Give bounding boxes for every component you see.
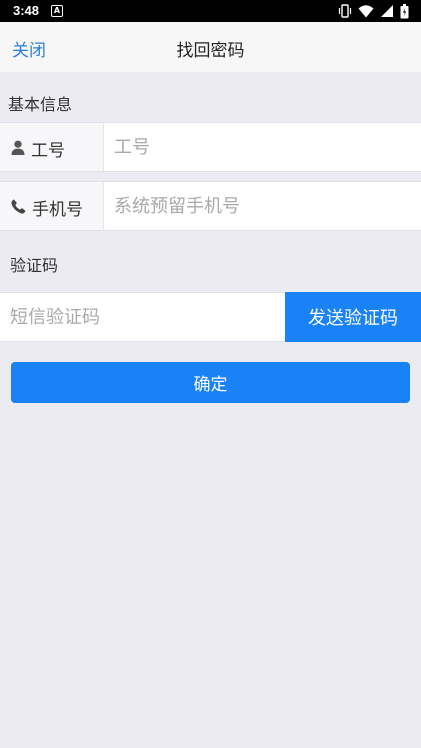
verification-code-input-cell xyxy=(0,293,285,341)
phone-label: 手机号 xyxy=(32,199,83,220)
status-icons xyxy=(338,3,409,19)
vibrate-icon xyxy=(338,4,352,18)
status-bar: 3:48 A xyxy=(0,0,421,22)
employee-id-label-cell: 工号 xyxy=(0,123,104,171)
confirm-button[interactable]: 确定 xyxy=(11,362,410,403)
nav-bar: 关闭 找回密码 xyxy=(0,22,421,72)
employee-id-row: 工号 xyxy=(0,122,421,172)
wifi-icon xyxy=(358,4,374,18)
verification-code-row: 发送验证码 xyxy=(0,292,421,342)
phone-label-cell: 手机号 xyxy=(0,182,104,230)
send-code-button[interactable]: 发送验证码 xyxy=(285,292,421,342)
employee-id-input[interactable] xyxy=(104,123,421,171)
phone-input[interactable] xyxy=(104,182,421,230)
verification-code-input[interactable] xyxy=(0,293,285,341)
battery-icon xyxy=(400,3,409,19)
signal-icon xyxy=(380,4,394,18)
notification-icon: A xyxy=(51,5,63,17)
section-basic-info-label: 基本信息 xyxy=(8,95,73,114)
page-title: 找回密码 xyxy=(176,41,245,61)
phone-input-cell xyxy=(104,182,421,230)
employee-id-input-cell xyxy=(104,123,421,171)
section-verification-label: 验证码 xyxy=(10,256,59,275)
status-time: 3:48 xyxy=(13,3,40,18)
phone-row: 手机号 xyxy=(0,181,421,231)
employee-id-label: 工号 xyxy=(31,140,65,161)
person-icon xyxy=(11,140,25,155)
phone-icon xyxy=(11,199,26,214)
